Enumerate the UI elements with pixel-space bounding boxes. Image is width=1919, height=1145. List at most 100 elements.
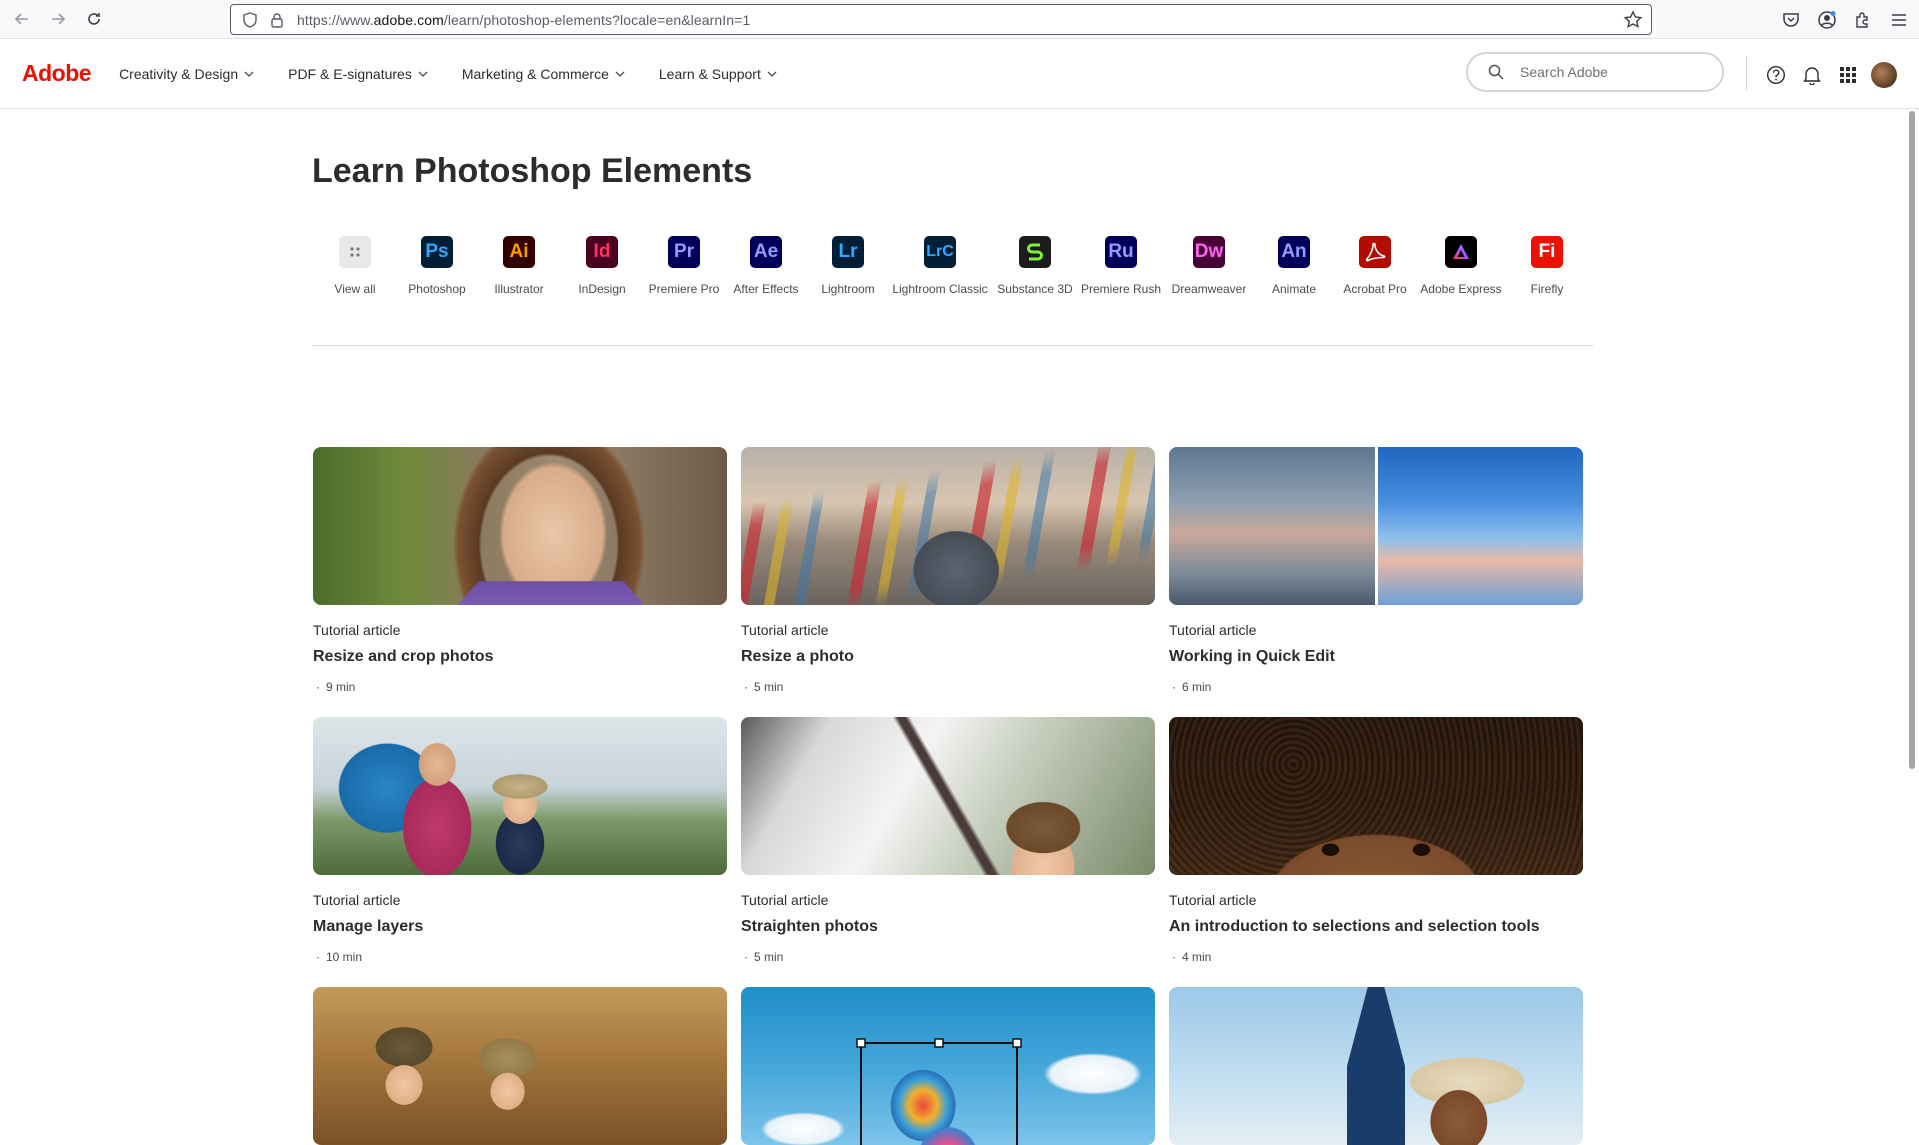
tutorial-card[interactable]: Tutorial article Manage layers · 10 min [313,717,727,964]
tutorial-title[interactable]: Working in Quick Edit [1169,648,1583,666]
tutorial-card[interactable] [1169,987,1583,1145]
chevron-down-icon [244,71,254,77]
app-filter-lightroom-classic[interactable]: LrC Lightroom Classic [890,236,990,296]
tutorial-thumbnail[interactable] [313,987,727,1145]
tutorial-title[interactable]: Straighten photos [741,918,1155,936]
tutorial-card[interactable]: Tutorial article An introduction to selec… [1169,717,1583,964]
address-bar[interactable]: https://www.adobe.com/learn/photoshop-el… [230,4,1652,35]
app-label: Illustrator [494,282,544,296]
bookmark-star-icon[interactable] [1623,10,1643,30]
tutorial-thumbnail[interactable] [1169,447,1583,605]
header-divider [1746,56,1747,90]
duration-text: 4 min [1182,950,1212,964]
premiere-pro-icon: Pr [668,236,700,268]
tutorial-card[interactable] [313,987,727,1145]
duration-text: 9 min [326,680,356,694]
search-input[interactable] [1520,64,1700,80]
chevron-down-icon [767,71,777,77]
tutorial-thumbnail[interactable] [741,987,1155,1145]
app-label: InDesign [578,282,626,296]
pocket-icon[interactable] [1773,4,1809,36]
app-label: View all [334,282,376,296]
tutorial-thumbnail[interactable] [741,717,1155,875]
content-type-label: Tutorial article [741,622,829,638]
duration-meta: · 10 min [313,950,727,964]
premiere-rush-icon: Ru [1105,236,1137,268]
duration-meta: · 6 min [1169,680,1583,694]
search-box[interactable] [1466,52,1724,92]
page-scrollbar[interactable] [1904,109,1919,1129]
app-filter-bar: View all Ps Photoshop Ai Illustrator Id InDesi… [312,236,1593,346]
app-filter-adobe-express[interactable]: Adobe Express [1411,236,1511,296]
content-type-label: Tutorial article [741,892,829,908]
app-label: Adobe Express [1420,282,1502,296]
tutorial-title[interactable]: Manage layers [313,918,727,936]
app-label: Photoshop [408,282,466,296]
lightroom-icon: Lr [832,236,864,268]
tutorial-thumbnail[interactable] [1169,717,1583,875]
duration-text: 6 min [1182,680,1212,694]
app-label: Substance 3D [997,282,1073,296]
tutorial-card[interactable] [741,987,1155,1145]
lightroom-classic-icon: LrC [924,236,956,268]
tutorial-thumbnail[interactable] [1169,987,1583,1145]
nav-pdf-esignatures[interactable]: PDF & E-signatures [288,66,428,82]
divider [312,345,1593,346]
grid-icon [339,236,371,268]
tutorial-thumbnail[interactable] [313,447,727,605]
duration-meta: · 5 min [741,950,1155,964]
app-filter-premiere-rush[interactable]: Ru Premiere Rush [1071,236,1171,296]
lock-icon[interactable] [269,11,285,29]
duration-meta: · 5 min [741,680,1155,694]
tutorial-card[interactable]: Tutorial article Resize a photo · 5 min [741,447,1155,694]
content-type-label: Tutorial article [1169,892,1257,908]
extensions-icon[interactable] [1845,4,1881,36]
forward-icon[interactable] [40,3,76,35]
app-label: Dreamweaver [1171,282,1247,296]
tutorial-card[interactable]: Tutorial article Working in Quick Edit · 6 … [1169,447,1583,694]
chevron-down-icon [418,71,428,77]
tutorial-title[interactable]: An introduction to selections and select… [1169,918,1583,936]
global-nav: Creativity & Design PDF & E-signatures M… [119,66,811,82]
tutorial-card[interactable]: Tutorial article Resize and crop photos · 9… [313,447,727,694]
url-text: https://www.adobe.com/learn/photoshop-el… [297,11,751,28]
menu-icon[interactable] [1881,4,1917,36]
site-header: Adobe Creativity & Design PDF & E-signat… [0,39,1919,109]
app-filter-firefly[interactable]: Fi Firefly [1497,236,1597,296]
tutorial-thumbnail[interactable] [741,447,1155,605]
avatar[interactable] [1871,62,1897,88]
app-label: Acrobat Pro [1343,282,1407,296]
back-icon[interactable] [4,3,40,35]
tutorial-card[interactable]: Tutorial article Straighten photos · 5 min [741,717,1155,964]
bullet-dot: · [1172,950,1176,964]
tutorial-thumbnail[interactable] [313,717,727,875]
duration-meta: · 9 min [313,680,727,694]
nav-learn-support[interactable]: Learn & Support [659,66,777,82]
scroll-thumb[interactable] [1909,111,1915,769]
duration-meta: · 4 min [1169,950,1583,964]
page-title: Learn Photoshop Elements [312,152,753,190]
reload-icon[interactable] [76,3,112,35]
notifications-bell-icon[interactable] [1794,57,1830,93]
app-label: Animate [1271,282,1317,296]
content-type-label: Tutorial article [1169,622,1257,638]
after-effects-icon: Ae [750,236,782,268]
browser-toolbar: https://www.adobe.com/learn/photoshop-el… [0,0,1919,39]
photoshop-icon: Ps [421,236,453,268]
profile-avatar[interactable] [1866,57,1902,93]
nav-creativity-design[interactable]: Creativity & Design [119,66,254,82]
nav-marketing-commerce[interactable]: Marketing & Commerce [462,66,625,82]
bullet-dot: · [316,950,320,964]
tutorial-title[interactable]: Resize and crop photos [313,648,727,666]
app-switcher-icon[interactable] [1830,57,1866,93]
adobe-logo[interactable]: Adobe [22,60,92,87]
indesign-icon: Id [586,236,618,268]
app-filter-lightroom[interactable]: Lr Lightroom [798,236,898,296]
help-icon[interactable] [1758,57,1794,93]
app-filter-acrobat-pro[interactable]: Acrobat Pro [1325,236,1425,296]
tutorial-title[interactable]: Resize a photo [741,648,1155,666]
dreamweaver-icon: Dw [1193,236,1225,268]
shield-icon[interactable] [241,11,259,29]
app-filter-substance-3d[interactable]: Substance 3D [985,236,1085,296]
account-icon[interactable] [1809,4,1845,36]
